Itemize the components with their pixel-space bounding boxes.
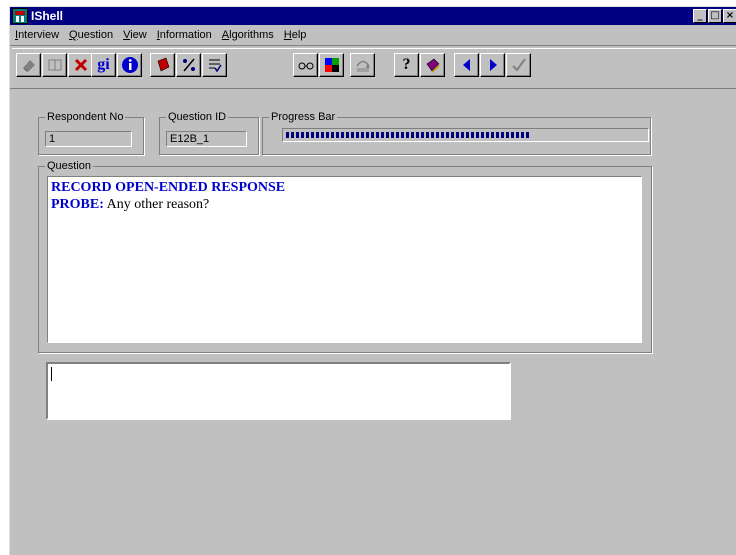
percent-icon[interactable]	[176, 53, 201, 77]
respondent-number-field: 1	[45, 131, 132, 147]
question-instruction: RECORD OPEN-ENDED RESPONSE	[51, 180, 286, 195]
question-id-label: Question ID	[166, 110, 229, 124]
progress-fill	[286, 132, 530, 138]
help-book-icon[interactable]	[420, 53, 445, 77]
help-icon[interactable]: ?	[394, 53, 419, 77]
color-palette-icon[interactable]	[319, 53, 344, 77]
question-probe: PROBE: Any other reason?	[51, 196, 638, 213]
gi-icon[interactable]: gi	[91, 53, 116, 77]
title-bar[interactable]: IShell _ □ ×	[10, 7, 736, 25]
menu-question[interactable]: Question	[64, 29, 118, 41]
question-label: Question	[45, 159, 94, 173]
next-arrow-icon[interactable]	[480, 53, 505, 77]
checklist-icon[interactable]	[202, 53, 227, 77]
previous-arrow-icon[interactable]	[454, 53, 479, 77]
eraser-icon[interactable]	[16, 53, 41, 77]
window-title: IShell	[31, 9, 64, 23]
question-text-box: RECORD OPEN-ENDED RESPONSE PROBE: Any ot…	[47, 176, 642, 343]
menu-view[interactable]: View	[118, 29, 152, 41]
maximize-button[interactable]: □	[708, 9, 722, 23]
delete-icon[interactable]	[68, 53, 93, 77]
checkmark-icon[interactable]	[506, 53, 531, 77]
skip-icon[interactable]	[350, 53, 375, 77]
menu-information[interactable]: Information	[152, 29, 217, 41]
text-caret	[51, 367, 52, 381]
probe-prefix: PROBE:	[51, 197, 104, 212]
progress-label: Progress Bar	[269, 110, 338, 124]
app-icon[interactable]	[12, 8, 28, 24]
respondent-label: Respondent No	[45, 110, 126, 124]
menu-interview[interactable]: Interview	[10, 29, 64, 41]
progress-bar	[282, 128, 649, 142]
glasses-icon[interactable]	[293, 53, 318, 77]
close-button[interactable]: ×	[723, 9, 736, 23]
answer-input[interactable]	[46, 362, 511, 420]
minimize-button[interactable]: _	[693, 9, 707, 23]
menu-help[interactable]: Help	[279, 29, 312, 41]
question-id-field: E12B_1	[166, 131, 247, 147]
book-disabled-icon[interactable]	[42, 53, 67, 77]
toolbar: gi ?	[10, 45, 736, 89]
menu-bar: Interview Question View Information Algo…	[10, 26, 736, 44]
red-book-icon[interactable]	[150, 53, 175, 77]
probe-text: Any other reason?	[103, 197, 210, 212]
menu-algorithms[interactable]: Algorithms	[217, 29, 279, 41]
info-icon[interactable]	[117, 53, 142, 77]
